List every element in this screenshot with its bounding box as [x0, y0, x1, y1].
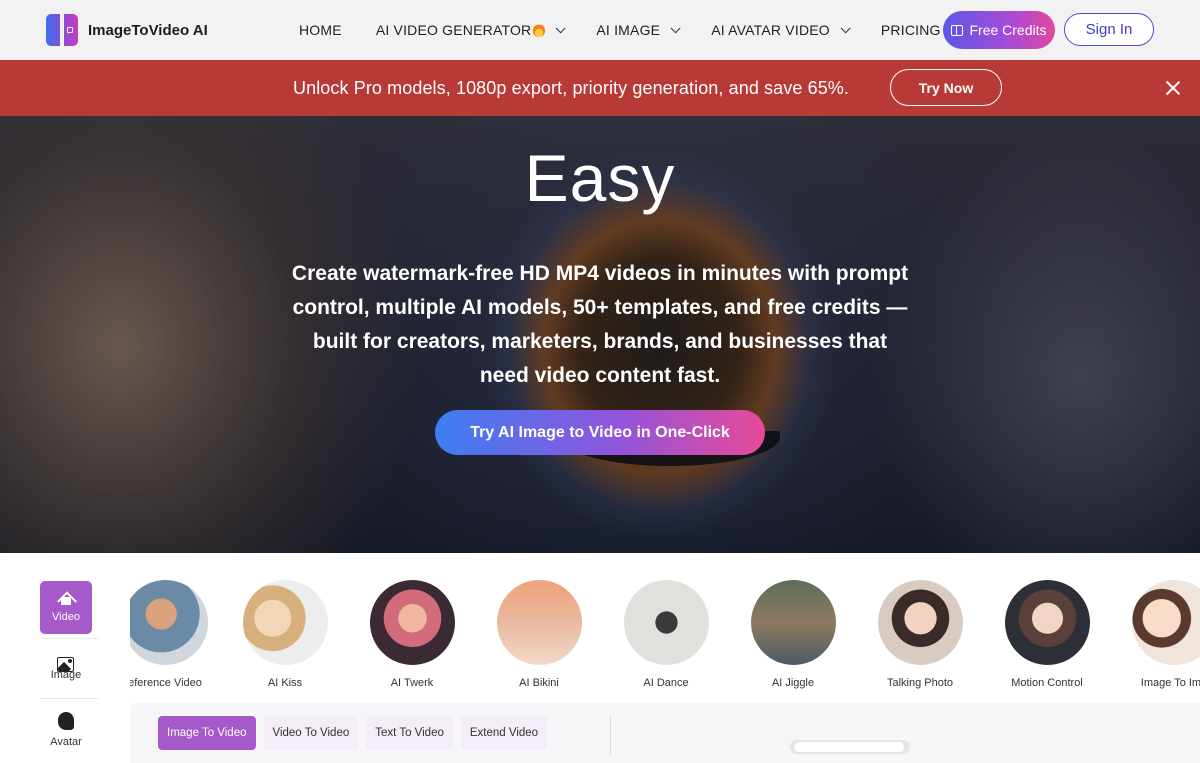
avatar-icon [58, 712, 74, 730]
template-image-to-image[interactable]: Image To Ima [1119, 580, 1200, 689]
template-thumbnail [370, 580, 455, 665]
gift-icon [951, 25, 963, 36]
nav-item-pricing[interactable]: PRICING [881, 22, 941, 38]
top-navbar: ImageToVideo AI HOME AI VIDEO GENERATOR … [0, 0, 1200, 60]
sidebar-tab-label: Avatar [40, 736, 92, 748]
sidebar-tab-image[interactable]: Image [40, 643, 92, 693]
template-ai-dance[interactable]: AI Dance [611, 580, 721, 689]
promo-text: Unlock Pro models, 1080p export, priorit… [293, 78, 849, 99]
main-menu: HOME AI VIDEO GENERATOR AI IMAGE AI AVAT… [299, 0, 975, 60]
template-thumbnail [243, 580, 328, 665]
logo-icon [46, 14, 78, 46]
sidebar-tab-label: Image [40, 669, 92, 681]
hero-title: Easy [0, 140, 1200, 216]
chevron-down-icon [556, 23, 566, 33]
sidebar-tab-video[interactable]: Video [40, 581, 92, 634]
generator-section: Video Image Avatar eference Video AI Kis… [0, 553, 1200, 750]
template-ai-jiggle[interactable]: AI Jiggle [738, 580, 848, 689]
nav-item-label: HOME [299, 22, 342, 38]
nav-item-ai-avatar-video[interactable]: AI AVATAR VIDEO [711, 22, 847, 38]
template-ai-twerk[interactable]: AI Twerk [357, 580, 467, 689]
site-logo[interactable]: ImageToVideo AI [46, 14, 208, 46]
generator-panel: Image To Video Video To Video Text To Vi… [130, 703, 1200, 763]
nav-item-ai-image[interactable]: AI IMAGE [596, 22, 677, 38]
sidebar-tab-avatar[interactable]: Avatar [40, 703, 92, 750]
template-label: Image To Ima [1119, 677, 1200, 689]
preview-toggle[interactable] [790, 740, 910, 754]
logo-text: ImageToVideo AI [88, 22, 208, 39]
nav-item-ai-video-generator[interactable]: AI VIDEO GENERATOR [376, 22, 563, 38]
nav-item-label: AI AVATAR VIDEO [711, 22, 830, 38]
template-label: Motion Control [992, 677, 1102, 689]
promo-banner: Unlock Pro models, 1080p export, priorit… [0, 60, 1200, 116]
chevron-down-icon [841, 23, 851, 33]
sidebar-divider [40, 698, 98, 699]
hero-section: Easy Create watermark-free HD MP4 videos… [0, 116, 1200, 553]
panel-divider [610, 715, 611, 755]
fire-icon [533, 23, 545, 37]
template-reference-video[interactable]: eference Video [130, 580, 220, 689]
template-motion-control[interactable]: Motion Control [992, 580, 1102, 689]
hero-subtitle: Create watermark-free HD MP4 videos in m… [290, 257, 910, 393]
template-ai-kiss[interactable]: AI Kiss [230, 580, 340, 689]
nav-item-home[interactable]: HOME [299, 22, 342, 38]
template-thumbnail [878, 580, 963, 665]
template-carousel: eference Video AI Kiss AI Twerk AI Bikin… [130, 580, 1200, 690]
template-label: AI Twerk [357, 677, 467, 689]
template-thumbnail [1005, 580, 1090, 665]
template-label: AI Kiss [230, 677, 340, 689]
try-now-button[interactable]: Try Now [890, 69, 1002, 106]
nav-item-label: PRICING [881, 22, 941, 38]
template-label: Talking Photo [865, 677, 975, 689]
tab-text-to-video[interactable]: Text To Video [366, 716, 453, 750]
close-icon[interactable] [1165, 80, 1181, 96]
template-label: eference Video [130, 677, 220, 689]
template-label: AI Bikini [484, 677, 594, 689]
template-thumbnail [751, 580, 836, 665]
template-thumbnail [1132, 580, 1200, 665]
sidebar-divider [40, 638, 98, 639]
template-thumbnail [624, 580, 709, 665]
sign-in-button[interactable]: Sign In [1064, 13, 1154, 46]
template-label: AI Jiggle [738, 677, 848, 689]
template-thumbnail [497, 580, 582, 665]
chevron-down-icon [671, 23, 681, 33]
hero-cta-button[interactable]: Try AI Image to Video in One-Click [435, 410, 765, 455]
sidebar-tab-label: Video [40, 611, 92, 623]
mode-tabs: Image To Video Video To Video Text To Vi… [158, 716, 547, 750]
tab-image-to-video[interactable]: Image To Video [158, 716, 256, 750]
nav-item-label: AI IMAGE [596, 22, 660, 38]
template-talking-photo[interactable]: Talking Photo [865, 580, 975, 689]
nav-item-label: AI VIDEO GENERATOR [376, 22, 532, 38]
free-credits-label: Free Credits [969, 22, 1046, 38]
tab-extend-video[interactable]: Extend Video [461, 716, 547, 750]
template-label: AI Dance [611, 677, 721, 689]
home-icon [58, 590, 74, 604]
free-credits-button[interactable]: Free Credits [943, 11, 1055, 49]
template-thumbnail [130, 580, 208, 665]
tab-video-to-video[interactable]: Video To Video [264, 716, 359, 750]
template-ai-bikini[interactable]: AI Bikini [484, 580, 594, 689]
